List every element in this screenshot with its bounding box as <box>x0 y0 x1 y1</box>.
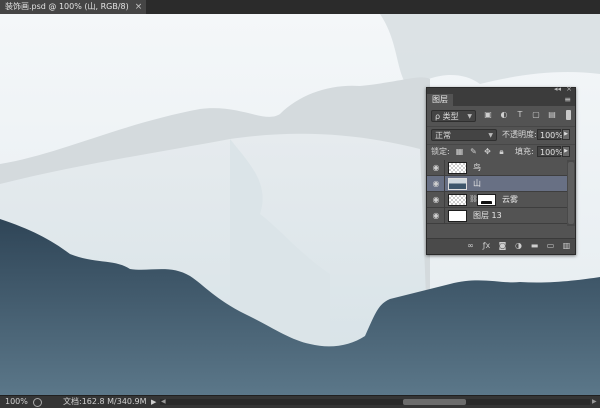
layer-name: 鸟 <box>473 163 481 172</box>
new-adjustment-icon[interactable]: ◑ <box>514 241 523 251</box>
document-tab[interactable]: 装饰画.psd @ 100% (山, RGB/8) × <box>0 0 147 14</box>
horizontal-scrollbar-thumb[interactable] <box>403 399 466 405</box>
scroll-left-icon[interactable]: ◀ <box>161 396 166 408</box>
layer-row-mist[interactable]: ◉ ⛓ 云雾 <box>427 192 567 208</box>
close-icon[interactable]: × <box>135 0 143 14</box>
zoom-level[interactable]: 100% <box>5 396 28 408</box>
layer-thumbnail <box>448 194 467 206</box>
tab-layers[interactable]: 图层 <box>427 94 453 106</box>
divider <box>444 208 445 224</box>
filter-toggle-switch[interactable] <box>566 110 571 120</box>
layer-thumbnail <box>448 162 467 174</box>
opacity-input[interactable]: 100% <box>537 129 563 140</box>
adjustment-filter-icon[interactable]: ◐ <box>499 110 509 120</box>
add-mask-icon[interactable]: ◙ <box>498 241 507 251</box>
layer-row-bird[interactable]: ◉ 鸟 <box>427 160 567 176</box>
smart-object-filter-icon[interactable]: ▤ <box>547 110 557 120</box>
delete-layer-icon[interactable]: ▥ <box>562 241 571 251</box>
eye-icon[interactable]: ◉ <box>431 179 441 188</box>
layer-thumbnail <box>448 210 467 222</box>
eye-icon[interactable]: ◉ <box>431 163 441 172</box>
lock-position-icon[interactable]: ✥ <box>483 146 492 157</box>
shape-filter-icon[interactable]: ▢ <box>531 110 541 120</box>
layers-list: ◉ 鸟 ◉ 山 ◉ ⛓ 云雾 ◉ 图层 13 <box>427 160 567 226</box>
horizontal-scrollbar[interactable] <box>160 399 590 405</box>
document-info: 文档:162.8 M/340.9M <box>63 397 147 406</box>
eye-icon[interactable]: ◉ <box>431 195 441 204</box>
layer-name: 山 <box>473 179 481 188</box>
opacity-label: 不透明度: <box>502 130 537 139</box>
divider <box>444 160 445 176</box>
fill-slider-arrow[interactable]: ▶ <box>562 146 570 157</box>
divider <box>444 176 445 192</box>
divider <box>444 192 445 208</box>
layer-row-layer13[interactable]: ◉ 图层 13 <box>427 208 567 224</box>
panel-tab-bar: 图层 ≡ <box>427 94 575 106</box>
lock-transparent-pixels-icon[interactable]: ▦ <box>455 146 464 157</box>
chevron-down-icon: ▼ <box>488 132 493 139</box>
layer-row-mountain[interactable]: ◉ 山 <box>427 176 567 192</box>
opacity-slider-arrow[interactable]: ▶ <box>562 129 570 140</box>
scroll-right-icon[interactable]: ▶ <box>592 396 597 408</box>
fill-input[interactable]: 100% <box>537 146 563 157</box>
blend-mode-value: 正常 <box>435 131 451 140</box>
lock-row: 锁定: ▦ ✎ ✥ 🔒︎ 填充: 100% ▶ <box>427 144 575 159</box>
link-layers-icon[interactable]: ∞ <box>466 241 475 251</box>
layer-mask-thumbnail[interactable] <box>477 194 496 206</box>
panel-menu-icon[interactable]: ≡ <box>564 94 571 106</box>
type-filter-icon[interactable]: T <box>515 110 525 120</box>
filter-kind-label: ρ 类型 <box>435 112 459 121</box>
document-tab-bar: 装饰画.psd @ 100% (山, RGB/8) × <box>0 0 600 15</box>
panel-footer: ∞ ƒx ◙ ◑ ▬ ▭ ▥ <box>427 238 575 254</box>
lock-all-icon[interactable]: 🔒︎ <box>497 146 506 157</box>
document-tab-title: 装饰画.psd @ 100% (山, RGB/8) <box>5 2 129 11</box>
lock-image-pixels-icon[interactable]: ✎ <box>469 146 478 157</box>
fill-label: 填充: <box>515 147 534 156</box>
close-panel-icon[interactable]: × <box>566 85 572 93</box>
blend-row: 正常 ▼ 不透明度: 100% ▶ <box>427 126 575 143</box>
scrollbar-thumb[interactable] <box>568 162 574 224</box>
chevron-down-icon: ▼ <box>467 113 472 120</box>
eye-icon[interactable]: ◉ <box>431 211 441 220</box>
layers-scrollbar[interactable] <box>567 160 575 226</box>
filter-kind-select[interactable]: ρ 类型 ▼ <box>431 110 476 122</box>
zoom-icon[interactable] <box>33 398 42 407</box>
collapse-panel-icon[interactable]: ◂◂ <box>554 85 561 93</box>
new-layer-icon[interactable]: ▭ <box>546 241 555 251</box>
blend-mode-select[interactable]: 正常 ▼ <box>431 129 497 141</box>
status-bar: 100% 文档:162.8 M/340.9M ▶ ◀ ▶ <box>0 395 600 408</box>
fx-icon[interactable]: ƒx <box>482 241 491 251</box>
image-filter-icon[interactable]: ▣ <box>483 110 493 120</box>
new-group-icon[interactable]: ▬ <box>530 241 539 251</box>
status-menu-arrow-icon[interactable]: ▶ <box>151 396 156 408</box>
layer-thumbnail <box>448 178 467 190</box>
filter-row: ρ 类型 ▼ ▣ ◐ T ▢ ▤ <box>427 108 575 124</box>
layers-panel: ◂◂ × 图层 ≡ ρ 类型 ▼ ▣ ◐ T ▢ ▤ 正常 ▼ 不透明度: 10… <box>426 85 576 255</box>
lock-label: 锁定: <box>431 147 450 156</box>
layer-name: 图层 13 <box>473 211 502 220</box>
layer-name: 云雾 <box>502 195 518 204</box>
